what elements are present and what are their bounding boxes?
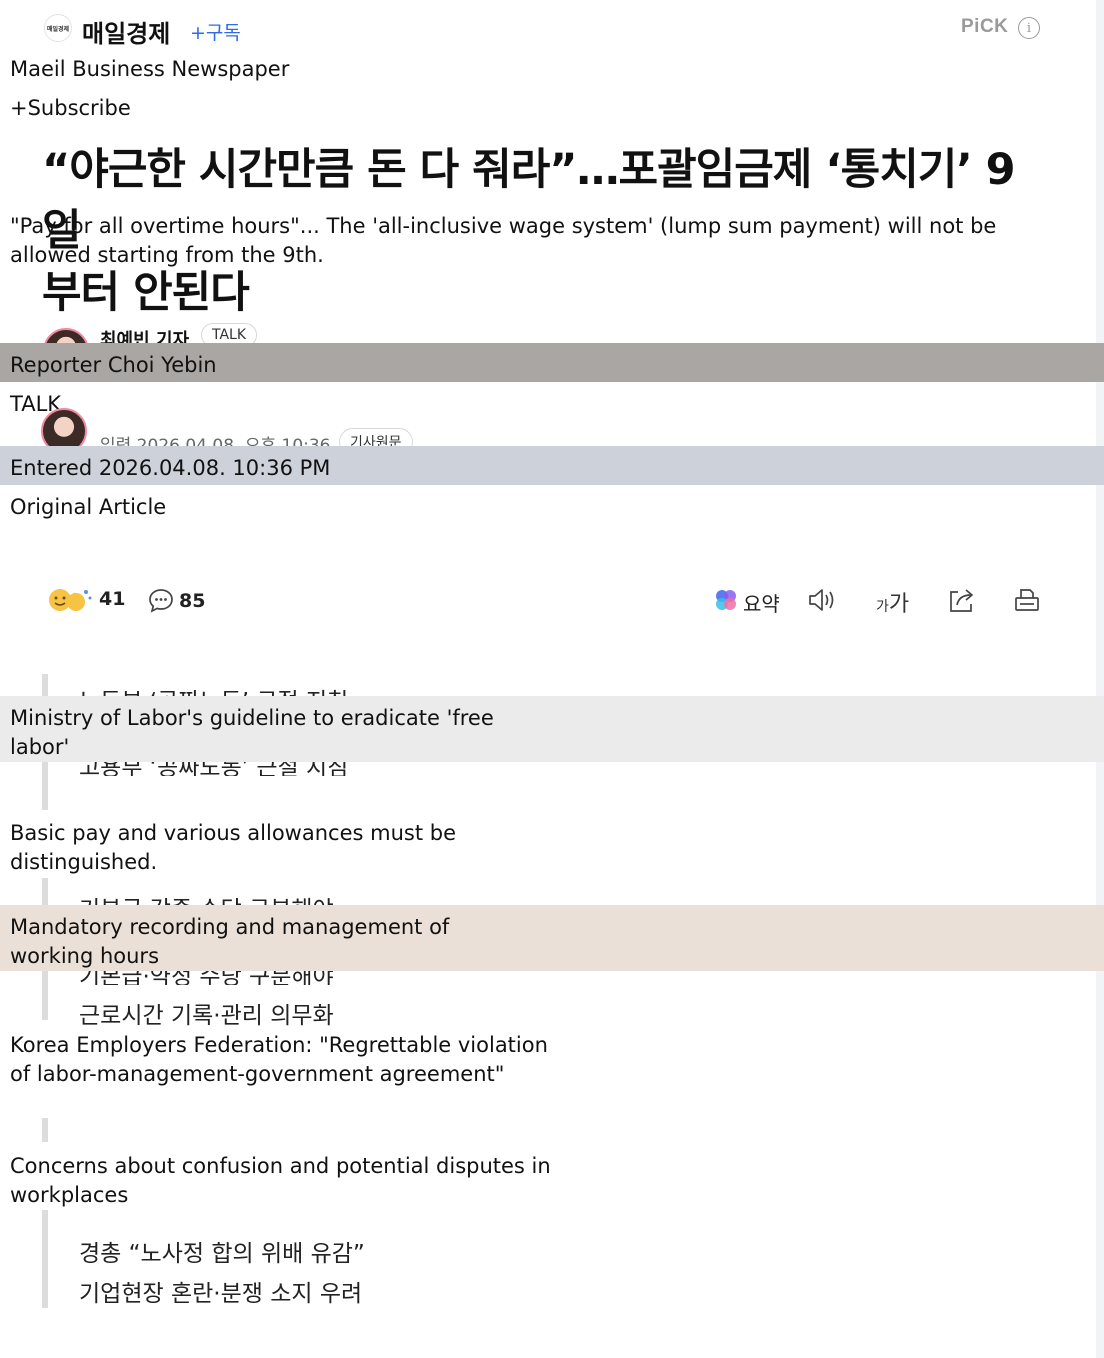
font-size-button[interactable]: 가가 [876, 586, 909, 618]
original-article-pill[interactable]: 기사원문 [339, 428, 413, 447]
pick-label: PiCK [961, 16, 1009, 37]
summary-item-5-translation: Concerns about confusion and potential d… [10, 1154, 551, 1207]
summary-item-2-translation: Basic pay and various allowances must be… [10, 821, 456, 874]
comment-count[interactable]: 85 [179, 590, 205, 612]
summary-item-4-kr: 경총 “노사정 합의 위배 유감” [79, 1241, 365, 1267]
summary-item-1-kr-b: 고용부 ‘공짜노동’ 근절 지침 [79, 762, 349, 776]
summary-item-5-kr: 기업현장 혼란·분쟁 소지 우려 [79, 1281, 363, 1307]
press-name-translation: Maeil Business Newspaper [10, 57, 290, 81]
avatar [43, 328, 89, 344]
reaction-emoji-icon[interactable] [46, 586, 94, 614]
print-icon[interactable] [1012, 585, 1042, 615]
summary-item-1-kr-remnant: 고용부 ‘공짜노동’ 근절 지침 [79, 762, 348, 776]
summary-item-2-kr: 기본급·각종 수당 구분해야 [79, 890, 334, 906]
summary-button[interactable]: 요약 [743, 588, 780, 617]
reporter-name-translation: Reporter Choi Yebin [10, 353, 217, 377]
original-article-button[interactable]: 기사원문 [339, 428, 413, 447]
summary-item-3-translation: Mandatory recording and management of wo… [10, 915, 450, 968]
scrollbar[interactable] [1096, 0, 1104, 1358]
article-date: 입력 2026.04.08. 오후 10:36 [100, 436, 331, 447]
reaction-count[interactable]: 41 [99, 588, 125, 610]
summary-item-4-translation: Korea Employers Federation: "Regrettable… [10, 1033, 548, 1086]
font-size-large-glyph: 가 [888, 592, 910, 617]
press-logo[interactable]: 매일경제 [44, 14, 72, 42]
subscribe-button[interactable]: +구독 [190, 18, 241, 45]
summary-quote-bar-3 [42, 1118, 48, 1142]
subscribe-translation: +Subscribe [10, 96, 131, 120]
text-to-speech-icon[interactable] [806, 585, 838, 615]
reporter-name[interactable]: 최예빈 기자 [100, 326, 189, 344]
reporter-avatar-top[interactable] [43, 328, 89, 344]
original-article-translation: Original Article [10, 495, 167, 519]
headline-line-2: 부터 안된다 [42, 268, 250, 318]
summary-item-3-kr: 근로시간 기록·관리 의무화 [79, 1003, 334, 1029]
share-icon[interactable] [945, 585, 977, 615]
press-name[interactable]: 매일경제 [82, 14, 170, 49]
summary-quote-bar-4 [42, 1210, 48, 1308]
ai-summary-icon[interactable] [712, 586, 740, 614]
date-translation: Entered 2026.04.08. 10:36 PM [10, 456, 331, 480]
summary-item-3-kr-remnant: 기본급·약정 수당 구분해야 [79, 971, 334, 985]
article-page: 매일경제 매일경제 +구독 PiCK i Maeil Business News… [0, 0, 1104, 1358]
info-icon[interactable]: i [1018, 17, 1040, 39]
font-size-small-glyph: 가 [876, 599, 889, 615]
talk-button[interactable]: TALK [201, 323, 258, 344]
comment-icon[interactable] [147, 586, 175, 614]
summary-item-1-translation: Ministry of Labor's guideline to eradica… [10, 706, 494, 759]
talk-pill[interactable]: TALK [201, 323, 258, 344]
summary-item-3-kr-hidden: 기본급·약정 수당 구분해야 [79, 971, 334, 985]
